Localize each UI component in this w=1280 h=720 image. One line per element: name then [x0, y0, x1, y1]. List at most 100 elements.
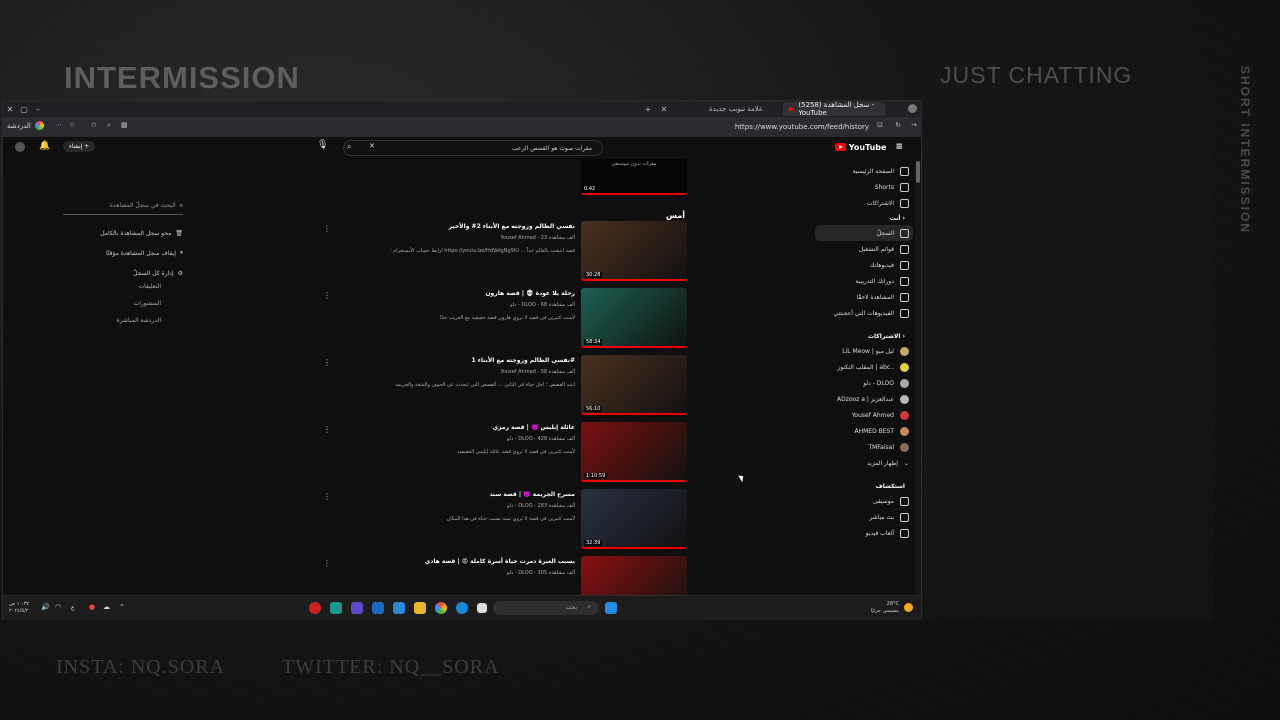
maximize-icon[interactable]: ▢ [17, 105, 31, 114]
clear-history-button[interactable]: محو سجل المشاهدة بالكامل 🗑 [63, 223, 183, 243]
more-actions-icon[interactable]: ⋮ [323, 358, 331, 367]
refresh-icon[interactable]: ↻ [895, 121, 901, 129]
wifi-icon[interactable]: ◠ [55, 603, 61, 611]
tab-close-icon[interactable]: ✕ [657, 105, 671, 114]
forward-icon[interactable]: → [911, 121, 917, 129]
show-more-button[interactable]: إظهار المزيد ⌄ [815, 455, 913, 471]
video-title[interactable]: نفسي الظالم وزوجته مع الأبناء 1# [472, 357, 575, 364]
bookmark-icon[interactable]: ✩ [91, 121, 97, 129]
sidebar-item-sub-4[interactable]: Yousef Ahmed [815, 407, 913, 423]
extensions-icon[interactable]: ▦ [121, 121, 128, 129]
sidebar-item-sub-2[interactable]: دلو - DLOO [815, 375, 913, 391]
video-row[interactable]: 32:39 مسرح الجريمة 👿 | قصة سند دلو - DLOO … [315, 489, 687, 556]
chevron-up-icon[interactable]: ⌃ [119, 603, 125, 611]
sidebar-item-main-2[interactable]: الاشتراكات [815, 195, 913, 211]
new-tab-icon[interactable]: + [641, 105, 655, 114]
video-thumbnail[interactable]: 1:10:59 [581, 422, 687, 482]
sidebar-item-sub-3[interactable]: ADzooz a | عبدالعزيز [815, 391, 913, 407]
more-actions-icon[interactable]: ⋮ [323, 224, 331, 233]
youtube-logo[interactable]: YouTube ≡ [834, 142, 903, 152]
copilot-icon[interactable] [35, 121, 44, 130]
hamburger-menu-icon[interactable]: ≡ [895, 142, 903, 152]
video-thumbnail[interactable]: 58:34 [581, 288, 687, 348]
search-icon[interactable]: ⌕ [107, 121, 111, 130]
more-actions-icon[interactable]: ⋮ [323, 425, 331, 434]
pause-history-button[interactable]: إيقاف سجل المشاهدة مؤقتًا ⏸ [63, 243, 183, 263]
profile-label[interactable]: الدردشة [7, 122, 31, 130]
subscriptions-heading[interactable]: الاشتراكات › [815, 329, 913, 343]
weather-widget[interactable]: 28°C مشمس جزئيًا [871, 601, 913, 615]
more-actions-icon[interactable]: ⋮ [323, 559, 331, 568]
favorites-icon[interactable]: ☆ [69, 121, 75, 129]
language-indicator[interactable]: ع [71, 604, 75, 611]
sidebar-item-sub-1[interactable]: المقلب التكنوز | abc.. [815, 359, 913, 375]
windows-start-icon[interactable] [605, 602, 617, 614]
video-thumbnail[interactable]: 56:10 [581, 355, 687, 415]
sidebar-item-sub-5[interactable]: AHMED BEST [815, 423, 913, 439]
manage-history-button[interactable]: إدارة كل السجلّ ⚙ [63, 263, 183, 283]
profile-avatar[interactable] [908, 104, 917, 113]
sidebar-item-explore-2[interactable]: ألعاب فيديو [815, 525, 913, 541]
video-thumbnail[interactable]: 30:28 [581, 221, 687, 281]
top-video-thumbnail[interactable]: مقرات بدون موسيقى 0:42 [581, 159, 687, 195]
close-icon[interactable]: ✕ [3, 105, 17, 114]
video-row[interactable]: بسبب الغيرة دمرت حياة أسرة كاملة 😡 | قصة… [315, 556, 687, 595]
live-chat-link[interactable]: الدردشة المباشرة [63, 317, 183, 334]
app-icon-teams[interactable] [330, 602, 342, 614]
comments-link[interactable]: التعليقات [63, 283, 183, 300]
search-button-icon[interactable]: ⌕ [347, 142, 351, 152]
search-input[interactable]: مقرات صوت هو القصص الرعب [343, 140, 603, 156]
url-field[interactable]: https://www.youtube.com/feed/history [735, 123, 869, 131]
taskbar-search[interactable]: بحث ⌕ [493, 601, 599, 615]
mic-icon[interactable]: 🎙 [317, 140, 328, 150]
chrome-icon[interactable] [435, 602, 447, 614]
sidebar-item-sub-0[interactable]: LiL Meow | ليل ميو [815, 343, 913, 359]
sidebar-item-you-1[interactable]: قوائم التشغيل [815, 241, 913, 257]
notifications-icon[interactable]: 🔔 [39, 141, 50, 151]
video-thumbnail[interactable]: 32:39 [581, 489, 687, 549]
create-button[interactable]: إنشاء + [63, 141, 96, 152]
sidebar-item-you-2[interactable]: فيديوهاتك [815, 257, 913, 273]
volume-icon[interactable]: 🔊 [41, 603, 50, 611]
sidebar-item-main-1[interactable]: Shorts [815, 179, 913, 195]
history-search[interactable]: البحث في سجلّ المشاهدة ⌕ [63, 197, 183, 215]
folder-icon[interactable] [414, 602, 426, 614]
video-row[interactable]: 56:10 نفسي الظالم وزوجته مع الأبناء 1# You… [315, 355, 687, 422]
sidebar-item-main-0[interactable]: الصفحة الرئيسية [815, 163, 913, 179]
app-icon-outlook[interactable] [372, 602, 384, 614]
you-section-heading[interactable]: أنت › [815, 211, 913, 225]
video-row[interactable]: 58:34 رحلة بلا عودة 💀 | قصة هارون دلو - DL… [315, 288, 687, 355]
menu-dots-icon[interactable]: ⋯ [55, 121, 62, 129]
sidebar-item-you-0[interactable]: السجلّ [815, 225, 913, 241]
sidebar-item-sub-6[interactable]: TMFaisal [815, 439, 913, 455]
more-actions-icon[interactable]: ⋮ [323, 492, 331, 501]
app-icon-record[interactable] [309, 602, 321, 614]
scrollbar[interactable] [915, 159, 921, 595]
account-avatar[interactable] [15, 142, 25, 152]
video-title[interactable]: مسرح الجريمة 👿 | قصة سند [489, 491, 575, 498]
video-row[interactable]: 30:28 نفسي الظالم وزوجته مع الأبناء 2# وا… [315, 221, 687, 288]
app-icon-discord[interactable] [351, 602, 363, 614]
more-actions-icon[interactable]: ⋮ [323, 291, 331, 300]
sidebar-item-explore-0[interactable]: موسيقى [815, 493, 913, 509]
tab-new[interactable]: علامة تبويب جديدة [703, 102, 775, 116]
sidebar-item-you-5[interactable]: الفيديوهات التي أعجبتني [815, 305, 913, 321]
edge-icon[interactable] [456, 602, 468, 614]
video-title[interactable]: عائلة إبليس 👿 | قصة رمزي [493, 424, 575, 431]
task-view-icon[interactable] [477, 603, 487, 613]
video-title[interactable]: نفسي الظالم وزوجته مع الأبناء 2# والأخير [449, 223, 575, 230]
video-thumbnail[interactable] [581, 556, 687, 595]
video-row[interactable]: 1:10:59 عائلة إبليس 👿 | قصة رمزي دلو - DLO… [315, 422, 687, 489]
top-video[interactable]: مقرات بدون موسيقى 0:42 أمس [315, 159, 687, 221]
video-title[interactable]: رحلة بلا عودة 💀 | قصة هارون [485, 290, 575, 297]
sidebar-item-you-3[interactable]: دوراتك التدريبية [815, 273, 913, 289]
sidebar-item-you-4[interactable]: المشاهدة لاحقًا [815, 289, 913, 305]
mic-tray-icon[interactable]: ● [89, 603, 95, 611]
cloud-icon[interactable]: ☁ [103, 603, 110, 611]
posts-link[interactable]: المنشورات [63, 300, 183, 317]
clear-search-icon[interactable]: ✕ [369, 142, 375, 150]
scrollbar-thumb[interactable] [916, 161, 920, 183]
tab-youtube-history[interactable]: ▶ (5258) سجل المشاهدة - YouTube [783, 101, 885, 117]
taskbar-clock[interactable]: ١٠:٣٧ ص ٢٠٢٤/٥/٢ [9, 601, 29, 615]
video-title[interactable]: بسبب الغيرة دمرت حياة أسرة كاملة 😡 | قصة… [425, 558, 575, 565]
